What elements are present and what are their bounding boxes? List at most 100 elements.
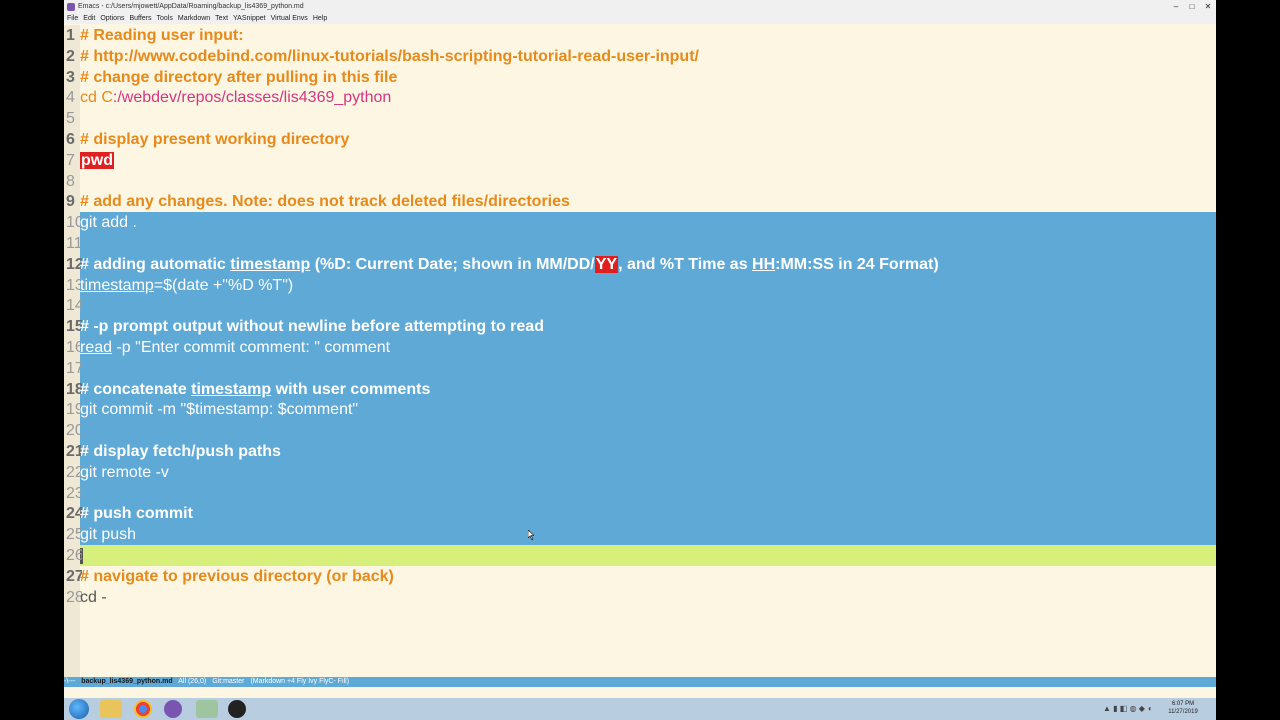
- line-text: YY: [594, 256, 619, 273]
- menu-virtual-envs[interactable]: Virtual Envs: [271, 14, 308, 24]
- close-button[interactable]: ✕: [1200, 0, 1216, 14]
- menu-options[interactable]: Options: [100, 14, 124, 24]
- buffer-line[interactable]: git push: [80, 524, 136, 545]
- buffer-line[interactable]: git remote -v: [80, 462, 169, 483]
- line-text: # -p prompt output without newline befor…: [80, 318, 544, 335]
- line-text: git commit -m "$timestamp: $comment": [80, 401, 359, 418]
- buffer-line[interactable]: read -p "Enter commit comment: " comment: [80, 337, 390, 358]
- buffer-line[interactable]: # http://www.codebind.com/linux-tutorial…: [80, 46, 699, 67]
- current-line-highlight: [80, 545, 1216, 566]
- line-text: # http://www.codebind.com/linux-tutorial…: [80, 48, 699, 65]
- line-text: git add .: [80, 214, 137, 231]
- line-number: 17: [66, 360, 82, 377]
- line-text: cd: [80, 89, 97, 106]
- menu-file[interactable]: File: [67, 14, 78, 24]
- mouse-pointer-icon: [528, 530, 534, 540]
- obs-icon[interactable]: [228, 700, 246, 718]
- line-text: # display present working directory: [80, 131, 350, 148]
- line-text: # add any changes. Note: does not track …: [80, 193, 570, 210]
- line-text: # change directory after pulling in this…: [80, 69, 398, 86]
- menu-bar: File Edit Options Buffers Tools Markdown…: [64, 14, 1216, 24]
- tray-icons[interactable]: ▲ ▮ ◧ ◍ ◆ ◖: [1103, 704, 1152, 713]
- buffer-line[interactable]: # change directory after pulling in this…: [80, 67, 397, 88]
- system-tray: ▲ ▮ ◧ ◍ ◆ ◖ 6:07 PM 11/27/2019: [1056, 698, 1216, 720]
- clock-date: 11/27/2019: [1168, 709, 1198, 715]
- line-number: 20: [66, 422, 82, 439]
- clock[interactable]: 6:07 PM 11/27/2019: [1158, 700, 1208, 716]
- minimize-button[interactable]: –: [1168, 0, 1184, 14]
- buffer-line[interactable]: cd C:/webdev/repos/classes/lis4369_pytho…: [80, 87, 391, 108]
- buffer-line[interactable]: # display present working directory: [80, 129, 349, 150]
- line-text: git push: [80, 526, 137, 543]
- line-text: pwd: [80, 152, 114, 169]
- buffer-line[interactable]: git commit -m "$timestamp: $comment": [80, 399, 358, 420]
- menu-buffers[interactable]: Buffers: [129, 14, 151, 24]
- buffer-line[interactable]: # -p prompt output without newline befor…: [80, 316, 544, 337]
- menu-edit[interactable]: Edit: [83, 14, 95, 24]
- line-number: 26: [66, 547, 82, 564]
- menu-yasnippet[interactable]: YASnippet: [233, 14, 266, 24]
- title-bar[interactable]: Emacs - c:/Users/mjowett/AppData/Roaming…: [64, 0, 1216, 14]
- line-number: 5: [66, 110, 75, 127]
- menu-markdown[interactable]: Markdown: [178, 14, 210, 24]
- menu-text[interactable]: Text: [215, 14, 228, 24]
- modeline-vc[interactable]: Git:master: [212, 678, 244, 685]
- modeline-buffer-name[interactable]: backup_lis4369_python.md: [81, 678, 172, 685]
- buffer-line[interactable]: pwd: [80, 150, 114, 171]
- mode-line[interactable]: -\--- backup_lis4369_python.md All (26,0…: [64, 677, 1216, 687]
- line-text: # display fetch/push paths: [80, 443, 281, 460]
- line-text: # navigate to previous directory (or bac…: [80, 568, 394, 585]
- emacs-icon: [67, 3, 75, 11]
- line-text: # adding automatic: [80, 256, 231, 273]
- line-text: with user comments: [271, 381, 431, 398]
- buffer-line[interactable]: cd -: [80, 587, 107, 608]
- line-text: timestamp: [191, 381, 272, 398]
- maximize-button[interactable]: □: [1184, 0, 1200, 14]
- buffer-line[interactable]: # Reading user input:: [80, 25, 244, 46]
- emacs-window: Emacs - c:/Users/mjowett/AppData/Roaming…: [64, 0, 1216, 698]
- line-text: read: [80, 339, 113, 356]
- buffer-line[interactable]: # display fetch/push paths: [80, 441, 281, 462]
- buffer-line[interactable]: # add any changes. Note: does not track …: [80, 191, 570, 212]
- line-text: (%D: Current Date; shown in MM/DD/: [310, 256, 595, 273]
- buffer-line[interactable]: # concatenate timestamp with user commen…: [80, 379, 430, 400]
- menu-tools[interactable]: Tools: [157, 14, 173, 24]
- chrome-icon[interactable]: [134, 700, 152, 718]
- line-text: , and %T Time as: [618, 256, 753, 273]
- explorer-icon[interactable]: [100, 700, 122, 718]
- buffer-line[interactable]: # navigate to previous directory (or bac…: [80, 566, 394, 587]
- line-text: -p "Enter commit comment: " comment: [112, 339, 391, 356]
- taskbar: ▲ ▮ ◧ ◍ ◆ ◖ 6:07 PM 11/27/2019: [64, 698, 1216, 720]
- line-text: timestamp: [230, 256, 311, 273]
- line-number: 14: [66, 297, 82, 314]
- line-text: :MM:SS in 24 Format): [775, 256, 939, 273]
- line-text: # push commit: [80, 505, 193, 522]
- minibuffer[interactable]: [64, 687, 1216, 698]
- line-number: 8: [66, 173, 75, 190]
- line-text: :/webdev/repos/classes/lis4369_python: [112, 89, 392, 106]
- window-title: Emacs - c:/Users/mjowett/AppData/Roaming…: [78, 3, 304, 10]
- buffer-line[interactable]: timestamp=$(date +"%D %T"): [80, 275, 293, 296]
- editor-buffer[interactable]: 1 # Reading user input: 2 # http://www.code…: [64, 25, 1216, 677]
- start-button[interactable]: [69, 699, 89, 719]
- line-text: =$(date +"%D %T"): [153, 277, 294, 294]
- modeline-flags: -\---: [64, 678, 76, 685]
- line-text: timestamp: [80, 277, 154, 294]
- emacs-icon[interactable]: [164, 700, 182, 718]
- line-text: # Reading user input:: [80, 27, 244, 44]
- app-icon[interactable]: [196, 700, 218, 718]
- line-number: 23: [66, 485, 82, 502]
- buffer-line[interactable]: git add .: [80, 212, 137, 233]
- line-number: 11: [66, 235, 82, 252]
- clock-time: 6:07 PM: [1171, 701, 1195, 707]
- line-text: cd -: [80, 589, 107, 606]
- buffer-line[interactable]: # adding automatic timestamp (%D: Curren…: [80, 254, 939, 275]
- line-text: git remote -v: [80, 464, 169, 481]
- line-text: # concatenate: [80, 381, 192, 398]
- modeline-modes[interactable]: (Markdown +4 Fly Ivy FlyC- Fill): [250, 678, 349, 685]
- menu-help[interactable]: Help: [313, 14, 327, 24]
- line-text: C: [96, 89, 113, 106]
- line-text: HH: [752, 256, 776, 273]
- modeline-position: All (26,0): [178, 678, 207, 685]
- buffer-line[interactable]: # push commit: [80, 503, 193, 524]
